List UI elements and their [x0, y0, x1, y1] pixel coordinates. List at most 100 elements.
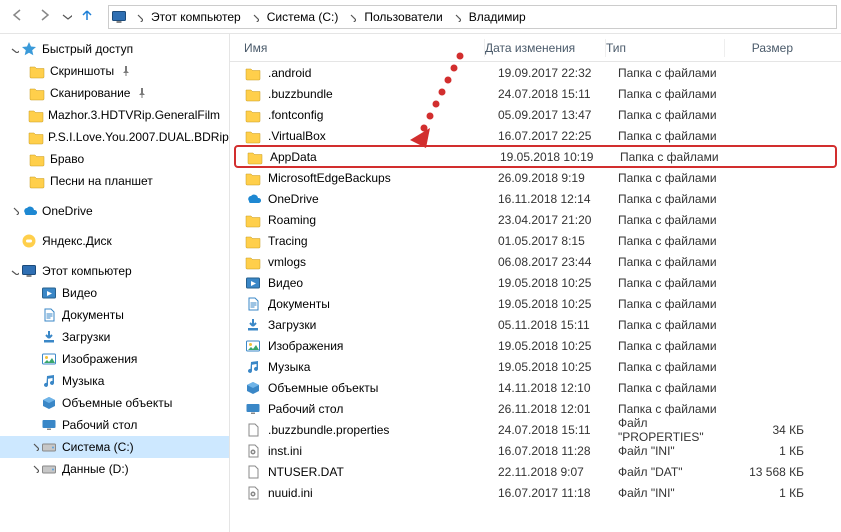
file-row[interactable]: Загрузки 05.11.2018 15:11 Папка с файлам… — [230, 314, 841, 335]
chevron-down-icon[interactable] — [8, 43, 20, 56]
file-row[interactable]: .buzzbundle.properties 24.07.2018 15:11 … — [230, 419, 841, 440]
file-date: 01.05.2017 8:15 — [498, 234, 618, 248]
file-name: Объемные объекты — [268, 381, 498, 395]
sidebar-item-pc-entry[interactable]: Рабочий стол — [0, 414, 229, 436]
chevron-right-icon[interactable] — [131, 12, 145, 22]
breadcrumb-segment[interactable]: Этот компьютер — [145, 6, 247, 28]
sidebar-item-pc-entry[interactable]: Объемные объекты — [0, 392, 229, 414]
breadcrumb-label: Пользователи — [364, 10, 442, 24]
file-row[interactable]: NTUSER.DAT 22.11.2018 9:07 Файл "DAT" 13… — [230, 461, 841, 482]
sidebar-item-label: Музыка — [62, 374, 104, 388]
breadcrumb-segment[interactable]: Система (C:) — [261, 6, 345, 28]
breadcrumb[interactable]: Этот компьютер Система (C:) Пользователи… — [108, 5, 837, 29]
folder-icon — [244, 253, 262, 271]
monitor-icon — [111, 9, 127, 25]
sidebar-item-pc-entry[interactable]: Загрузки — [0, 326, 229, 348]
column-header-size[interactable]: Размер — [725, 41, 805, 55]
sidebar-item-quick-access-entry[interactable]: Скриншоты — [0, 60, 229, 82]
file-row[interactable]: Объемные объекты 14.11.2018 12:10 Папка … — [230, 377, 841, 398]
file-row[interactable]: Tracing 01.05.2017 8:15 Папка с файлами — [230, 230, 841, 251]
file-row[interactable]: Документы 19.05.2018 10:25 Папка с файла… — [230, 293, 841, 314]
file-name: .buzzbundle — [268, 87, 498, 101]
column-header-type[interactable]: Тип — [606, 41, 724, 55]
nav-history-dropdown[interactable] — [60, 4, 72, 30]
onedrive-icon — [20, 202, 38, 220]
sidebar-item-quick-access-entry[interactable]: P.S.I.Love.You.2007.DUAL.BDRip — [0, 126, 229, 148]
sidebar-item-this-pc[interactable]: Этот компьютер — [0, 260, 229, 282]
file-row[interactable]: .fontconfig 05.09.2017 13:47 Папка с фай… — [230, 104, 841, 125]
sidebar-item-label: Mazhor.3.HDTVRip.GeneralFilm — [48, 108, 220, 122]
breadcrumb-segment[interactable]: Пользователи — [358, 6, 448, 28]
column-label: Размер — [752, 41, 793, 55]
file-type: Папка с файлами — [618, 171, 736, 185]
file-row[interactable]: MicrosoftEdgeBackups 26.09.2018 9:19 Пап… — [230, 167, 841, 188]
sidebar-item-label: Быстрый доступ — [42, 42, 133, 56]
drive-icon — [40, 438, 58, 456]
file-name: Рабочий стол — [268, 402, 498, 416]
sidebar-item-pc-entry[interactable]: Данные (D:) — [0, 458, 229, 480]
sidebar-item-pc-entry[interactable]: Документы — [0, 304, 229, 326]
column-label: Тип — [606, 41, 626, 55]
file-type: Папка с файлами — [618, 318, 736, 332]
file-row[interactable]: Рабочий стол 26.11.2018 12:01 Папка с фа… — [230, 398, 841, 419]
sidebar-item-onedrive[interactable]: OneDrive — [0, 200, 229, 222]
sidebar-item-quick-access[interactable]: Быстрый доступ — [0, 38, 229, 60]
file-row[interactable]: Музыка 19.05.2018 10:25 Папка с файлами — [230, 356, 841, 377]
sidebar-item-label: Объемные объекты — [62, 396, 172, 410]
pictures-icon — [40, 350, 58, 368]
file-row[interactable]: vmlogs 06.08.2017 23:44 Папка с файлами — [230, 251, 841, 272]
file-row[interactable]: inst.ini 16.07.2018 11:28 Файл "INI" 1 К… — [230, 440, 841, 461]
file-size: 1 КБ — [736, 486, 816, 500]
sidebar-item-quick-access-entry[interactable]: Песни на планшет — [0, 170, 229, 192]
sidebar-item-pc-entry[interactable]: Видео — [0, 282, 229, 304]
file-row[interactable]: .VirtualBox 16.07.2017 22:25 Папка с фай… — [230, 125, 841, 146]
file-type: Папка с файлами — [618, 192, 736, 206]
chevron-right-icon[interactable] — [449, 12, 463, 22]
sidebar-item-quick-access-entry[interactable]: Браво — [0, 148, 229, 170]
sidebar-item-pc-entry[interactable]: Система (C:) — [0, 436, 229, 458]
sidebar-item-pc-entry[interactable]: Музыка — [0, 370, 229, 392]
folder-icon — [244, 106, 262, 124]
file-date: 26.11.2018 12:01 — [498, 402, 618, 416]
sidebar-item-label: Скриншоты — [50, 64, 114, 78]
file-type: Папка с файлами — [618, 87, 736, 101]
sidebar-item-yandex-disk[interactable]: Яндекс.Диск — [0, 230, 229, 252]
folder-icon — [244, 85, 262, 103]
chevron-right-icon[interactable] — [28, 441, 40, 454]
file-type: Папка с файлами — [618, 129, 736, 143]
folder-icon — [244, 64, 262, 82]
chevron-down-icon[interactable] — [8, 265, 20, 278]
file-row[interactable]: Видео 19.05.2018 10:25 Папка с файлами — [230, 272, 841, 293]
chevron-right-icon[interactable] — [8, 205, 20, 218]
file-row[interactable]: Изображения 19.05.2018 10:25 Папка с фай… — [230, 335, 841, 356]
column-header-date[interactable]: Дата изменения — [485, 41, 605, 55]
nav-forward-button[interactable] — [32, 4, 58, 30]
chevron-right-icon[interactable] — [344, 12, 358, 22]
file-name: NTUSER.DAT — [268, 465, 498, 479]
chevron-right-icon[interactable] — [247, 12, 261, 22]
file-row[interactable]: .buzzbundle 24.07.2018 15:11 Папка с фай… — [230, 83, 841, 104]
chevron-right-icon[interactable] — [28, 463, 40, 476]
file-date: 14.11.2018 12:10 — [498, 381, 618, 395]
file-row[interactable]: Roaming 23.04.2017 21:20 Папка с файлами — [230, 209, 841, 230]
sidebar-item-label: P.S.I.Love.You.2007.DUAL.BDRip — [48, 130, 229, 144]
drive-icon — [40, 460, 58, 478]
file-name: Загрузки — [268, 318, 498, 332]
folder-icon — [28, 106, 44, 124]
sidebar-item-pc-entry[interactable]: Изображения — [0, 348, 229, 370]
file-row[interactable]: OneDrive 16.11.2018 12:14 Папка с файлам… — [230, 188, 841, 209]
file-row[interactable]: .android 19.09.2017 22:32 Папка с файлам… — [230, 62, 841, 83]
file-date: 05.09.2017 13:47 — [498, 108, 618, 122]
sidebar-item-quick-access-entry[interactable]: Mazhor.3.HDTVRip.GeneralFilm — [0, 104, 229, 126]
breadcrumb-segment[interactable]: Владимир — [463, 6, 532, 28]
file-date: 06.08.2017 23:44 — [498, 255, 618, 269]
nav-up-button[interactable] — [74, 4, 100, 30]
column-header-name[interactable]: Имя — [230, 41, 484, 55]
folder-icon — [244, 232, 262, 250]
folder-icon — [28, 172, 46, 190]
sidebar-item-quick-access-entry[interactable]: Сканирование — [0, 82, 229, 104]
file-row[interactable]: AppData 19.05.2018 10:19 Папка с файлами — [234, 145, 837, 168]
nav-back-button[interactable] — [4, 4, 30, 30]
file-date: 26.09.2018 9:19 — [498, 171, 618, 185]
file-row[interactable]: nuuid.ini 16.07.2017 11:18 Файл "INI" 1 … — [230, 482, 841, 503]
